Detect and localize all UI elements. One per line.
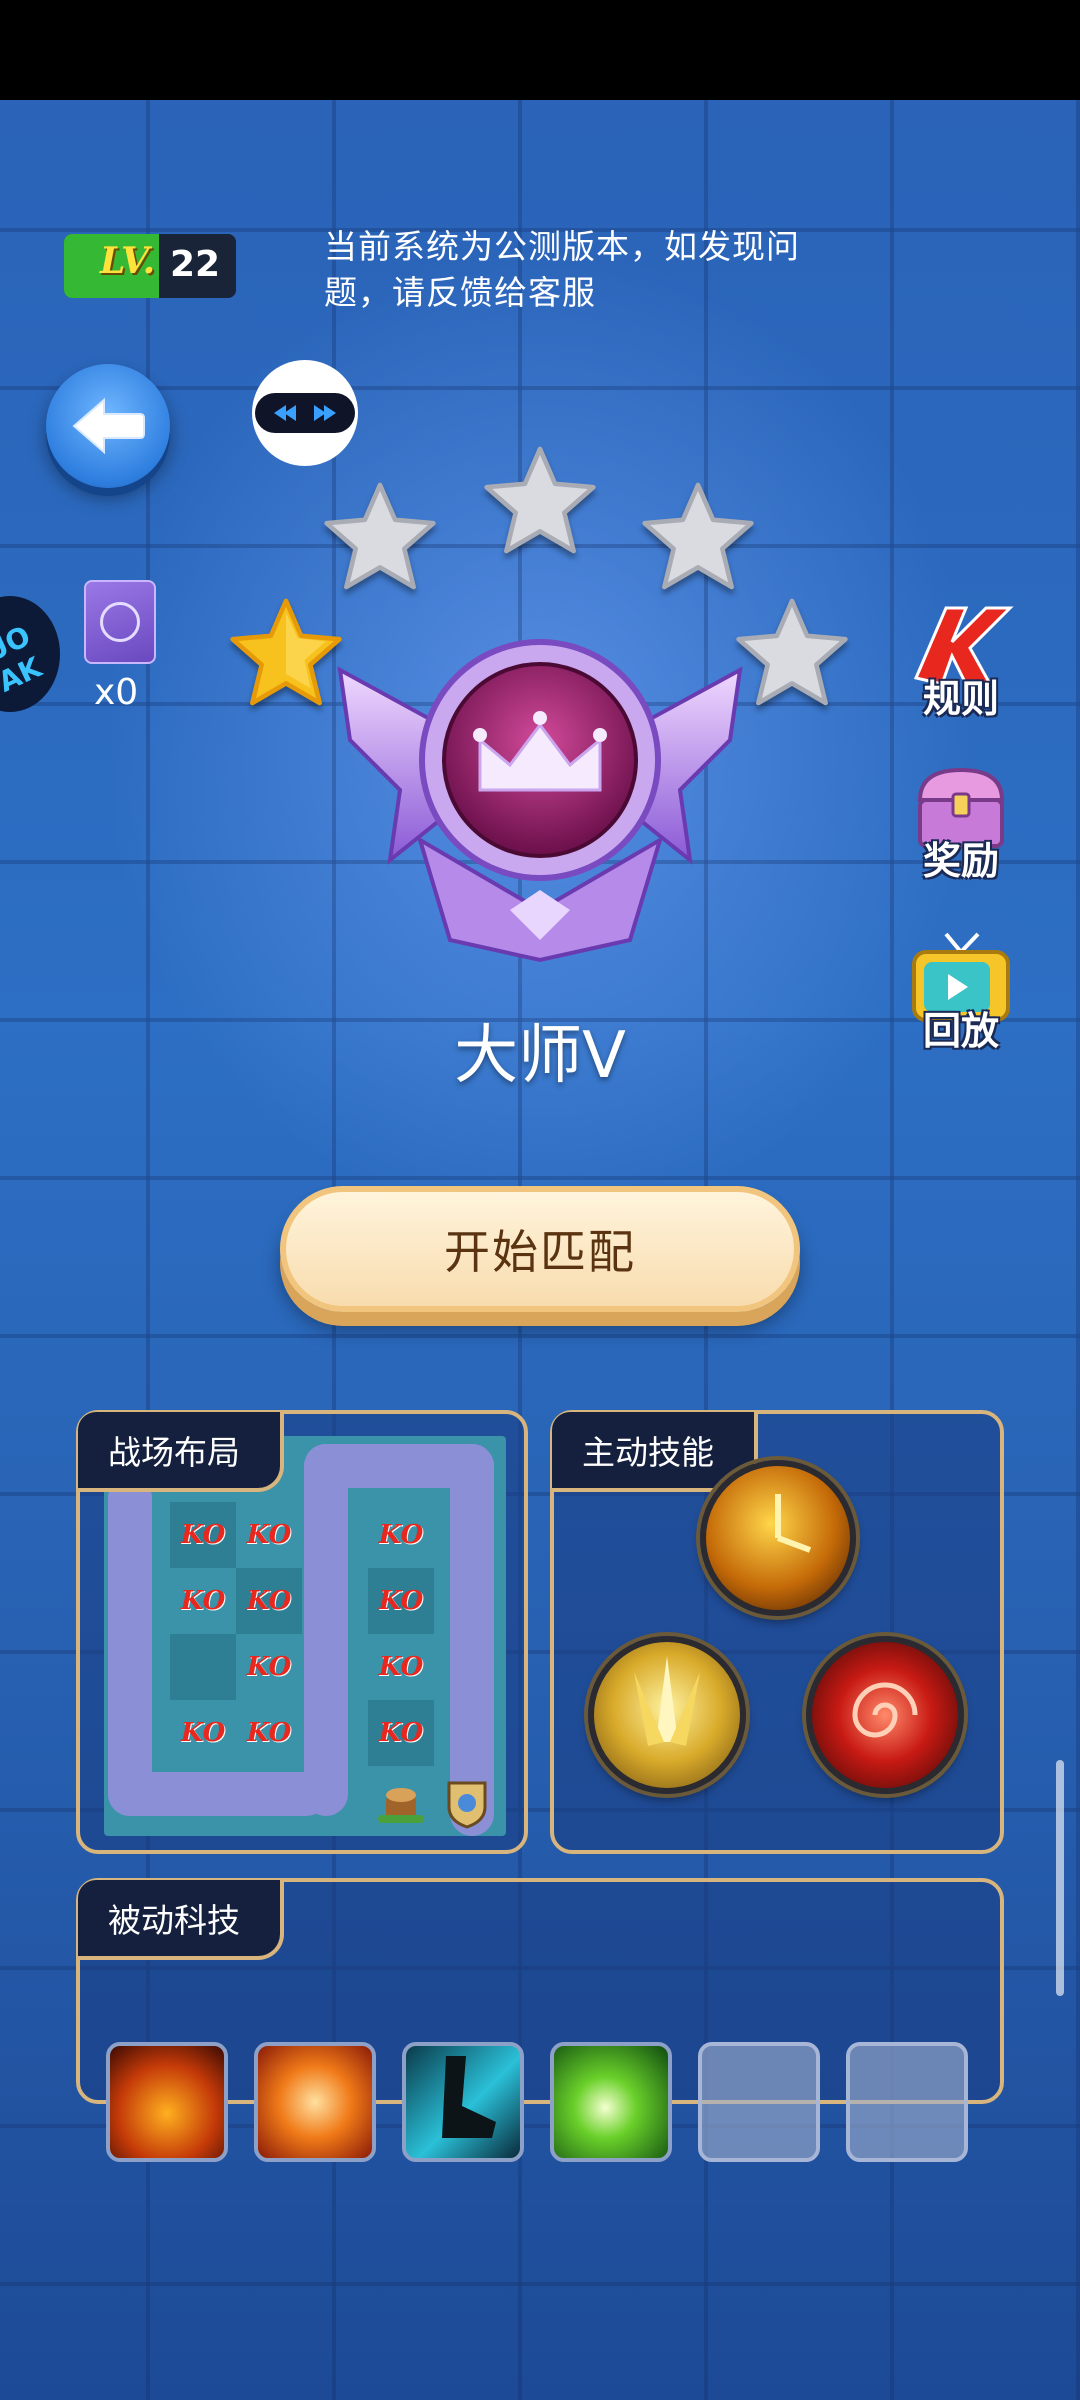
battlefield-layout-panel[interactable]: KO KO KO KO KO KO KO KO KO KO KO 战场布局 (76, 1410, 528, 1854)
scrollbar[interactable] (1056, 1760, 1064, 1996)
tower-icon: KO (378, 1586, 424, 1616)
green-swirl-tech-icon[interactable] (550, 2042, 672, 2162)
tree-stump-icon (368, 1770, 434, 1836)
enemy-path (304, 1444, 348, 1816)
active-skills-panel[interactable]: 主动技能 (550, 1410, 1004, 1854)
base-shield-icon (434, 1770, 500, 1836)
clock-hands-icon (775, 1494, 812, 1553)
tower-icon: KO (378, 1718, 424, 1748)
tower-icon: KO (378, 1520, 424, 1550)
enemy-path (108, 1476, 152, 1816)
demon-fire-tech-icon[interactable] (106, 2042, 228, 2162)
empty-tech-slot[interactable] (698, 2042, 820, 2162)
level-badge: LV. 22 (64, 234, 236, 298)
auto-battle-button[interactable] (252, 360, 358, 466)
status-bar (0, 0, 1080, 100)
board-cell (170, 1634, 236, 1700)
back-button[interactable] (46, 364, 170, 488)
master-rank-emblem (337, 639, 743, 963)
empty-tech-slot[interactable] (846, 2042, 968, 2162)
rules-label: 规则 (922, 677, 999, 721)
rank-star-1 (230, 598, 342, 706)
boot-icon (442, 2056, 496, 2138)
visor-icon (255, 393, 355, 433)
rank-star-3 (484, 446, 596, 554)
flame-burst-tech-icon[interactable] (254, 2042, 376, 2162)
speed-boots-tech-icon[interactable] (402, 2042, 524, 2162)
rank-card-icon (100, 602, 140, 642)
tower-icon: KO (180, 1718, 226, 1748)
tower-icon: KO (180, 1586, 226, 1616)
tower-icon: KO (246, 1652, 292, 1682)
clock-skill-icon[interactable] (700, 1460, 856, 1616)
level-prefix: LV. (100, 240, 156, 282)
rank-star-5 (736, 598, 848, 706)
rules-button[interactable]: 规则 (896, 598, 1026, 723)
tower-icon: KO (180, 1520, 226, 1550)
arrow-left-icon (72, 397, 145, 455)
level-number: 22 (170, 244, 221, 285)
rewards-label: 奖励 (922, 839, 999, 883)
swirl-icon (852, 1682, 918, 1738)
rank-card-item[interactable] (84, 580, 156, 664)
replay-button[interactable]: 回放 (896, 930, 1026, 1055)
start-match-label: 开始匹配 (444, 1225, 636, 1279)
start-match-button[interactable]: 开始匹配 (280, 1186, 800, 1312)
replay-label: 回放 (922, 1009, 999, 1053)
tower-icon: KO (246, 1586, 292, 1616)
battlefield-layout-title: 战场布局 (78, 1412, 284, 1492)
tower-icon: KO (378, 1652, 424, 1682)
rank-star-2 (324, 482, 436, 590)
enemy-path (108, 1772, 328, 1816)
tower-icon: KO (246, 1718, 292, 1748)
battlefield-board: KO KO KO KO KO KO KO KO KO KO KO (104, 1436, 506, 1836)
vortex-skill-icon[interactable] (806, 1636, 964, 1794)
rank-star-4 (642, 482, 754, 590)
spikes-skill-icon[interactable] (588, 1636, 746, 1794)
tower-icon: KO (246, 1520, 292, 1550)
beta-notice: 当前系统为公测版本，如发现问题，请反馈给客服 (324, 227, 800, 312)
golden-spikes-icon (634, 1656, 700, 1746)
passive-tech-title: 被动科技 (78, 1880, 284, 1960)
rank-card-count: x0 (94, 672, 139, 713)
rewards-button[interactable]: 奖励 (896, 760, 1026, 885)
